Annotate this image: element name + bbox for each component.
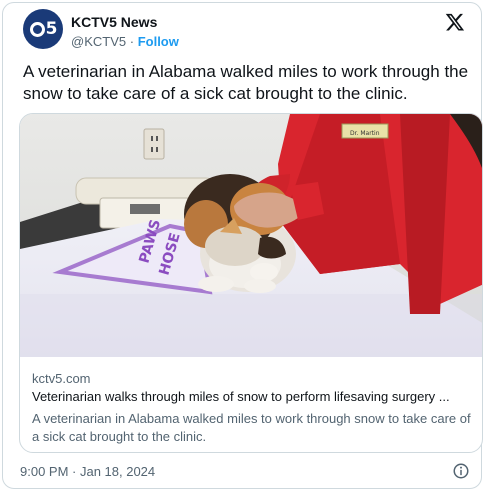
link-card[interactable]: PAWS HOSE Dr. Martin kctv5.com Veterinar…: [19, 113, 483, 453]
account-name[interactable]: KCTV5 News: [71, 14, 157, 30]
tweet-text: A veterinarian in Alabama walked miles t…: [23, 62, 469, 103]
card-title: Veterinarian walks through miles of snow…: [32, 389, 450, 404]
avatar-ring: [29, 21, 45, 37]
account-handle[interactable]: @KCTV5: [71, 34, 126, 49]
handle-row: @KCTV5 · Follow: [71, 34, 179, 49]
avatar-text: 5: [45, 19, 58, 39]
cat-exam-scene: PAWS HOSE Dr. Martin: [20, 114, 482, 357]
card-domain: kctv5.com: [32, 371, 91, 386]
card-description: A veterinarian in Alabama walked miles t…: [32, 411, 471, 444]
timestamp[interactable]: 9:00 PM · Jan 18, 2024: [20, 464, 155, 479]
x-logo-icon[interactable]: [445, 11, 465, 33]
svg-text:Dr. Martin: Dr. Martin: [350, 130, 380, 137]
follow-button[interactable]: Follow: [138, 34, 179, 49]
card-image[interactable]: PAWS HOSE Dr. Martin: [20, 114, 482, 357]
separator: ·: [129, 34, 135, 49]
avatar[interactable]: 5: [23, 9, 63, 49]
info-icon[interactable]: [452, 462, 470, 480]
wall-outlet: [143, 128, 165, 160]
tweet-header: 5 KCTV5 News @KCTV5 · Follow: [23, 9, 471, 55]
